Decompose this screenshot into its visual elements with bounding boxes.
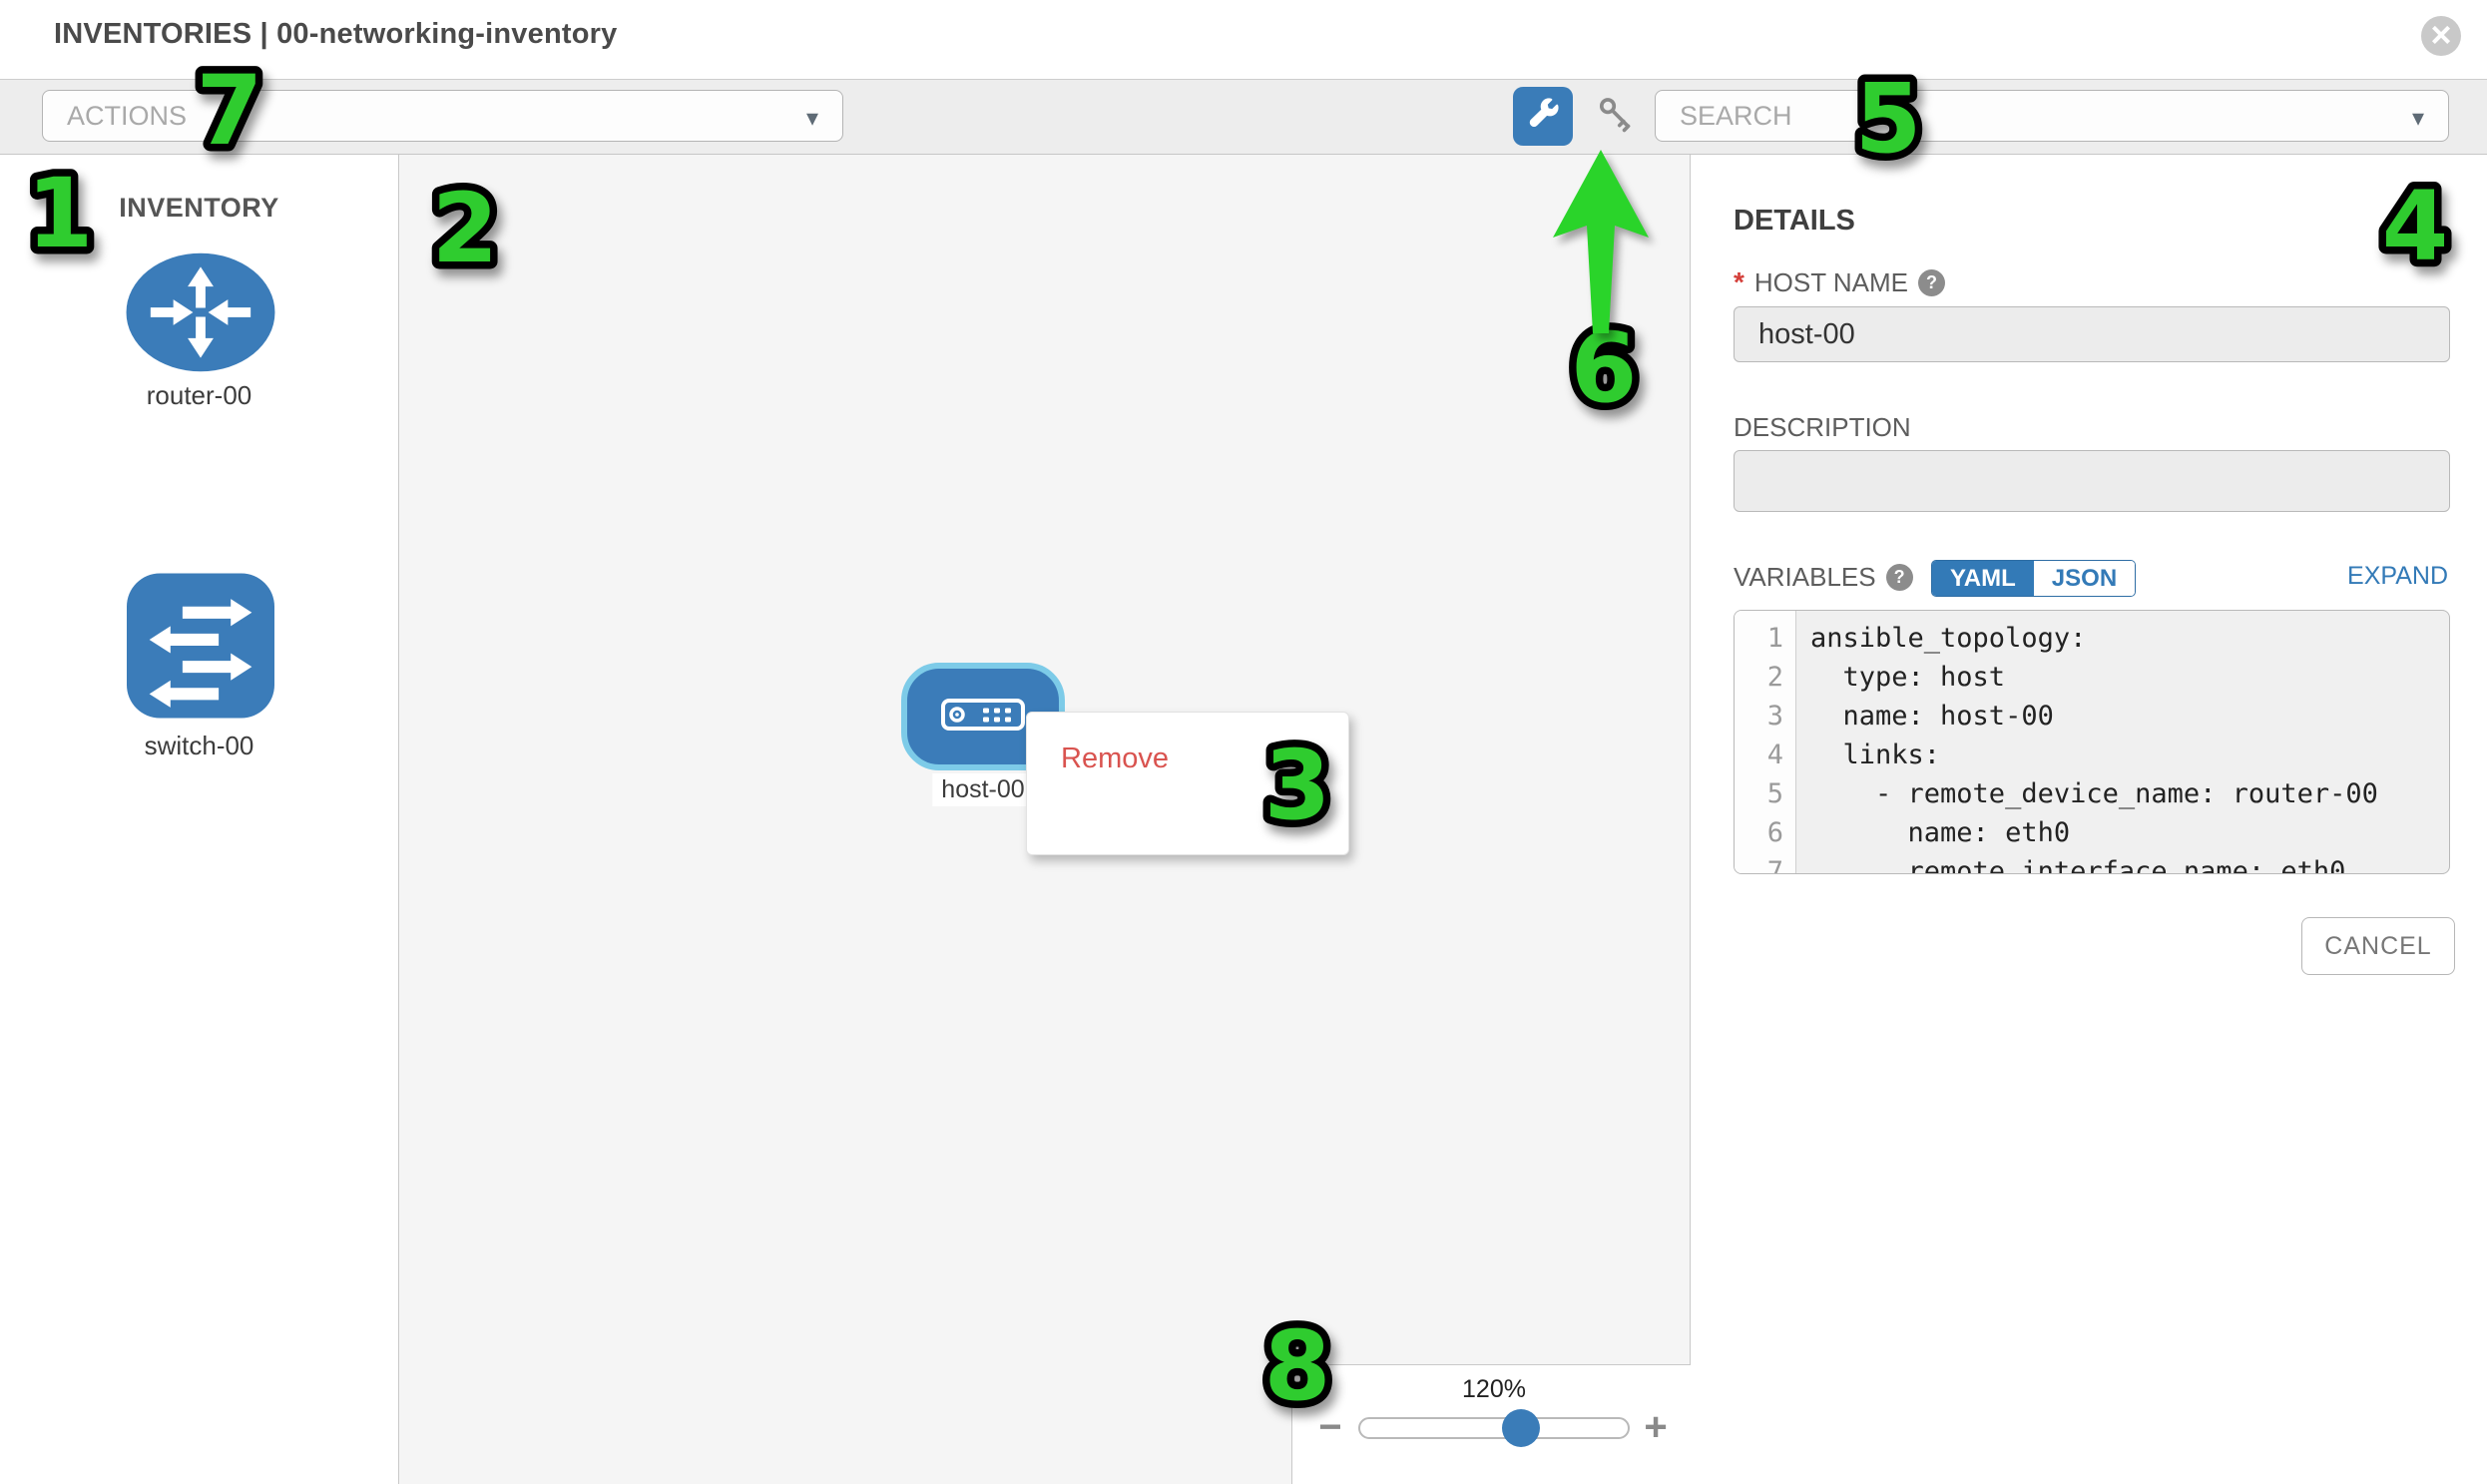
code-line: type: host [1810,658,2449,697]
tab-yaml[interactable]: YAML [1932,561,2034,596]
close-button[interactable]: × [2421,16,2461,56]
actions-dropdown-label: ACTIONS [67,101,187,132]
code-line: - remote_device_name: router-00 [1810,774,2449,813]
chevron-down-icon: ▾ [2412,104,2424,132]
tab-json[interactable]: JSON [2034,561,2135,596]
sidebar-device-switch[interactable] [125,572,276,725]
code-line: name: host-00 [1810,697,2449,736]
line-number: 6 [1735,813,1783,852]
host-icon [941,699,1025,736]
header-bar: INVENTORIES | 00-networking-inventory × [0,0,2487,79]
expand-link[interactable]: EXPAND [2347,562,2448,591]
variables-code-editor[interactable]: 1 2 3 4 5 6 7 ansible_topology: type: ho… [1734,610,2450,874]
zoom-slider-thumb[interactable] [1502,1409,1540,1447]
host-node-label: host-00 [932,773,1033,806]
description-input[interactable] [1734,450,2450,512]
close-icon: × [2430,17,2451,53]
switch-icon [125,707,276,724]
search-dropdown-label: SEARCH [1680,101,1792,132]
host-name-input[interactable] [1734,306,2450,362]
zoom-slider[interactable] [1358,1417,1630,1439]
host-name-help-icon[interactable]: ? [1918,269,1945,296]
tools-button[interactable] [1513,87,1573,146]
line-number: 1 [1735,619,1783,658]
variables-label-row: VARIABLES ? [1734,562,1913,593]
cancel-button[interactable]: CANCEL [2301,917,2455,975]
line-number: 4 [1735,736,1783,774]
search-dropdown[interactable]: SEARCH ▾ [1655,90,2449,142]
router-icon [125,360,276,377]
actions-dropdown[interactable]: ACTIONS ▾ [42,90,843,142]
key-button[interactable] [1589,91,1641,143]
zoom-out-button[interactable]: − [1310,1405,1350,1449]
zoom-in-button[interactable]: + [1636,1405,1676,1449]
editor-line-numbers: 1 2 3 4 5 6 7 [1735,611,1796,873]
topology-canvas[interactable]: host-00 Details Remove 120% − + [399,155,1691,1484]
required-asterisk: * [1734,266,1744,298]
code-line: name: eth0 [1810,813,2449,852]
line-number: 5 [1735,774,1783,813]
device-label-router: router-00 [0,380,398,411]
description-label-row: DESCRIPTION [1734,412,1911,443]
context-menu-item-remove[interactable]: Remove [1061,733,1348,784]
details-panel-title: DETAILS [1734,205,1855,238]
code-line: ansible_topology: [1810,619,2449,658]
zoom-level-value: 120% [1358,1375,1630,1404]
code-line: remote_interface_name: eth0 [1810,852,2449,874]
line-number: 2 [1735,658,1783,697]
variables-format-toggle: YAML JSON [1931,560,2136,597]
host-name-label: HOST NAME [1754,267,1908,298]
editor-code-area: ansible_topology: type: host name: host-… [1796,611,2449,873]
sidebar-device-router[interactable] [125,251,276,378]
line-number: 7 [1735,852,1783,874]
device-label-switch: switch-00 [0,731,398,761]
page-title: INVENTORIES | 00-networking-inventory [54,18,617,51]
details-panel: DETAILS * HOST NAME ? DESCRIPTION VARIAB… [1691,155,2487,1484]
sidebar-title: INVENTORY [0,193,398,224]
code-line: links: [1810,736,2449,774]
wrench-icon [1526,97,1560,136]
zoom-control-panel: 120% − + [1291,1364,1691,1484]
context-menu: Details Remove [1026,712,1349,855]
toolbar: ACTIONS ▾ SEARCH ▾ [0,79,2487,155]
inventory-sidebar: INVENTORY router-00 [0,155,399,1484]
variables-label: VARIABLES [1734,562,1876,593]
inventory-topology-app: INVENTORIES | 00-networking-inventory × … [0,0,2487,1484]
chevron-down-icon: ▾ [806,104,818,132]
variables-help-icon[interactable]: ? [1886,564,1913,591]
key-icon [1593,93,1637,142]
description-label: DESCRIPTION [1734,412,1911,443]
host-name-label-row: * HOST NAME ? [1734,266,1945,298]
line-number: 3 [1735,697,1783,736]
